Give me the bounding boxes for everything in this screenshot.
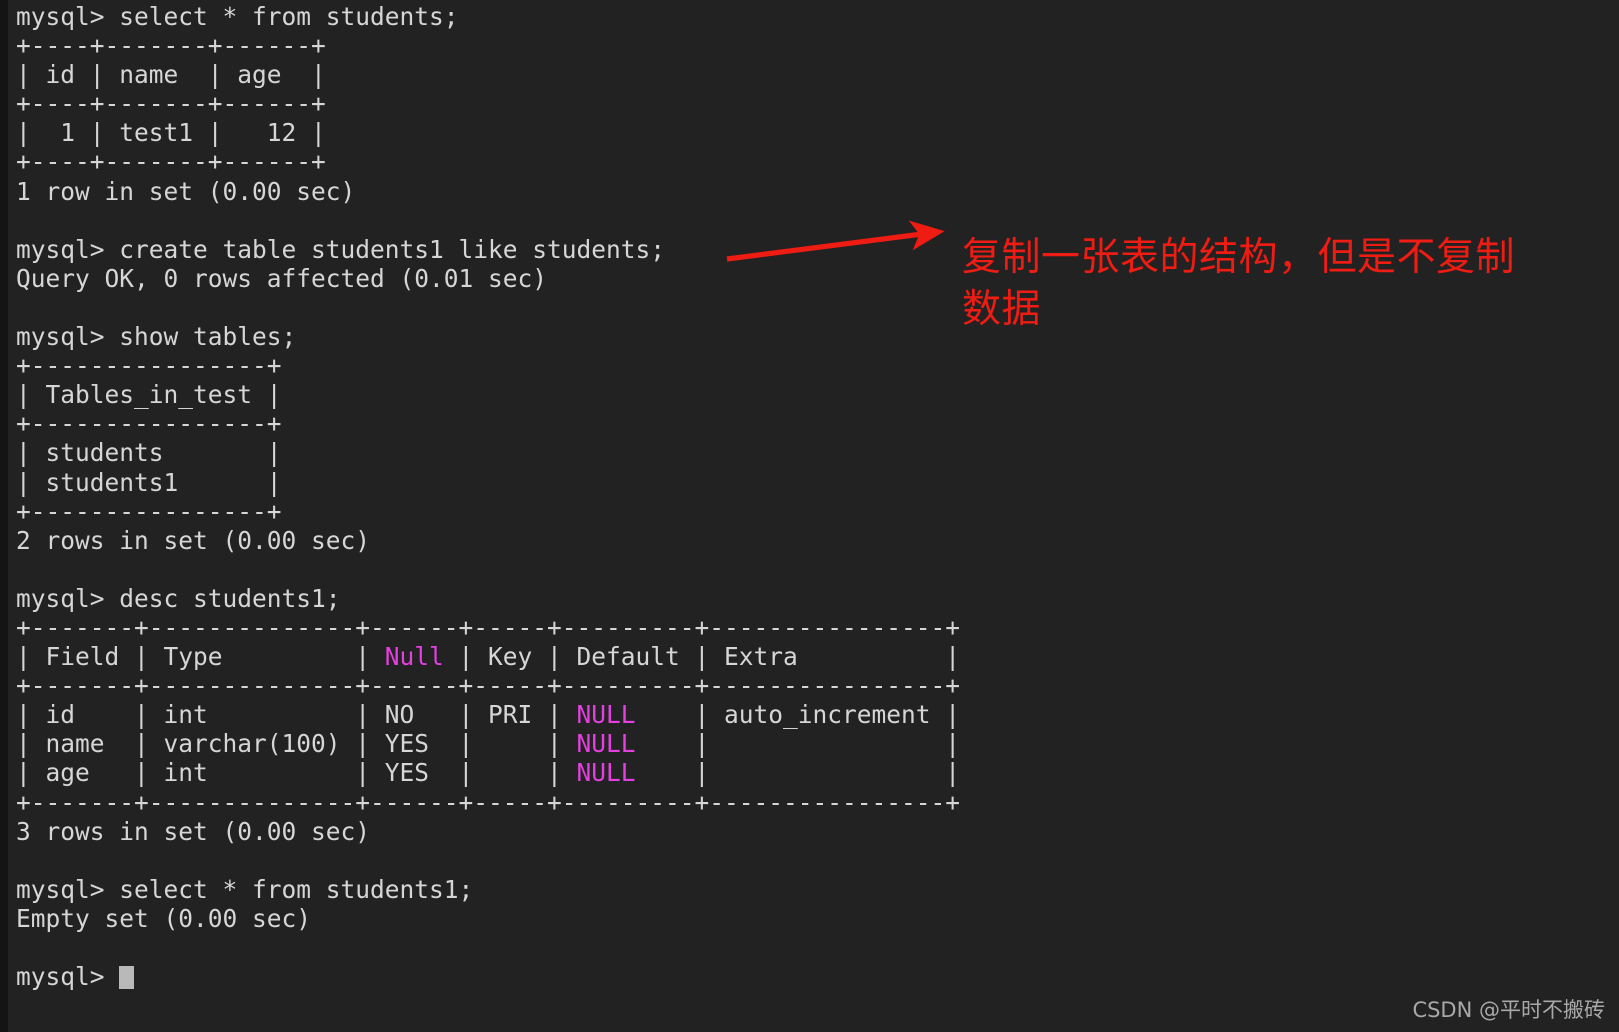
terminal-line: | name | varchar(100) | YES | | NULL | |: [16, 729, 1576, 758]
terminal-line: | students |: [16, 438, 1576, 467]
line-segment: +----+-------+------+: [16, 89, 326, 119]
line-segment: +-------+--------------+------+-----+---…: [16, 671, 961, 701]
line-segment: +----------------+: [16, 409, 282, 439]
line-segment: | |: [635, 758, 961, 788]
line-segment: Empty set (0.00 sec): [16, 903, 312, 933]
terminal-line: mysql> desc students1;: [16, 584, 1576, 613]
line-segment: [16, 555, 31, 584]
null-keyword: Null: [384, 642, 444, 672]
null-keyword: NULL: [576, 700, 636, 730]
terminal-line: +-------+--------------+------+-----+---…: [16, 788, 1576, 817]
text-cursor[interactable]: [119, 966, 134, 990]
terminal-line: [16, 206, 1576, 235]
terminal-line: [16, 846, 1576, 875]
terminal-line: [16, 933, 1576, 962]
line-segment: 3 rows in set (0.00 sec): [16, 816, 371, 846]
line-segment: +-------+--------------+------+-----+---…: [16, 787, 961, 817]
line-segment: | auto_increment |: [635, 700, 961, 730]
terminal-line: [16, 555, 1576, 584]
terminal-line: +----+-------+------+: [16, 89, 1576, 118]
line-segment: | |: [635, 729, 961, 759]
line-segment: +----+-------+------+: [16, 31, 326, 61]
line-segment: mysql>: [16, 962, 120, 992]
line-segment: | Field | Type |: [16, 642, 385, 672]
terminal-line: mysql> select * from students1;: [16, 875, 1576, 904]
line-segment: mysql> create table students1 like stude…: [16, 234, 666, 264]
null-keyword: NULL: [576, 729, 636, 759]
line-segment: Query OK, 0 rows affected (0.01 sec): [16, 263, 548, 293]
line-segment: | 1 | test1 | 12 |: [16, 118, 326, 148]
null-keyword: NULL: [576, 758, 636, 788]
line-segment: mysql> select * from students;: [16, 2, 459, 31]
terminal-line: 1 row in set (0.00 sec): [16, 177, 1576, 206]
terminal-line: +----------------+: [16, 497, 1576, 526]
line-segment: [16, 293, 31, 322]
terminal-line: Empty set (0.00 sec): [16, 904, 1576, 933]
line-segment: +----------------+: [16, 496, 282, 526]
terminal-line: | age | int | YES | | NULL | |: [16, 758, 1576, 787]
terminal-line: | students1 |: [16, 468, 1576, 497]
terminal-line: | id | name | age |: [16, 60, 1576, 89]
line-segment: | students |: [16, 438, 282, 468]
terminal-line: +----------------+: [16, 351, 1576, 380]
terminal-line: +-------+--------------+------+-----+---…: [16, 613, 1576, 642]
terminal-line: +----+-------+------+: [16, 147, 1576, 176]
annotation-label: 复制一张表的结构，但是不复制数据: [962, 235, 1516, 332]
terminal-line: 3 rows in set (0.00 sec): [16, 817, 1576, 846]
line-segment: | name | varchar(100) | YES | |: [16, 729, 577, 759]
terminal-line: | 1 | test1 | 12 |: [16, 118, 1576, 147]
csdn-watermark: CSDN @平时不搬砖: [1412, 998, 1605, 1022]
terminal-line: mysql> select * from students;: [16, 2, 1576, 31]
terminal-screenshot: mysql> select * from students; +----+----…: [0, 0, 1619, 1032]
line-segment: 1 row in set (0.00 sec): [16, 176, 356, 206]
line-segment: mysql> show tables;: [16, 322, 297, 352]
line-segment: | id | int | NO | PRI |: [16, 700, 577, 730]
line-segment: 2 rows in set (0.00 sec): [16, 525, 371, 555]
terminal-line: | id | int | NO | PRI | NULL | auto_incr…: [16, 700, 1576, 729]
line-segment: [16, 846, 31, 875]
line-segment: [16, 206, 31, 235]
line-segment: | Tables_in_test |: [16, 380, 282, 410]
terminal-line: | Field | Type | Null | Key | Default | …: [16, 642, 1576, 671]
line-segment: | students1 |: [16, 467, 282, 497]
line-segment: +-------+--------------+------+-----+---…: [16, 612, 961, 642]
terminal-line: +----+-------+------+: [16, 31, 1576, 60]
terminal-line: mysql>: [16, 962, 1576, 991]
terminal-output[interactable]: mysql> select * from students; +----+----…: [16, 2, 1576, 991]
line-segment: | Key | Default | Extra |: [443, 642, 961, 672]
screen-left-edge: [0, 0, 8, 1032]
terminal-line: | Tables_in_test |: [16, 380, 1576, 409]
terminal-line: +-------+--------------+------+-----+---…: [16, 671, 1576, 700]
line-segment: mysql> select * from students1;: [16, 874, 474, 904]
terminal-line: +----------------+: [16, 409, 1576, 438]
line-segment: | age | int | YES | |: [16, 758, 577, 788]
line-segment: +----------------+: [16, 351, 282, 381]
line-segment: +----+-------+------+: [16, 147, 326, 177]
terminal-line: 2 rows in set (0.00 sec): [16, 526, 1576, 555]
line-segment: mysql> desc students1;: [16, 583, 341, 613]
line-segment: | id | name | age |: [16, 60, 326, 90]
line-segment: [16, 933, 31, 962]
